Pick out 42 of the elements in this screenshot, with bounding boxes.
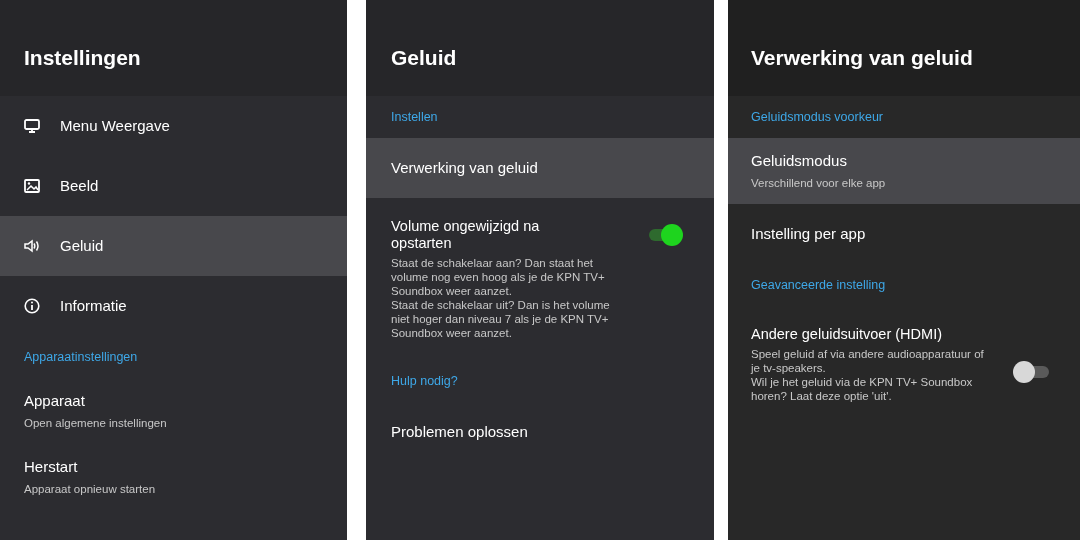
item-subtitle: Apparaat opnieuw starten — [24, 482, 156, 498]
setting-label: Volume ongewijzigd na opstarten — [391, 218, 541, 252]
menu-item[interactable]: Problemen oplossen — [366, 402, 714, 462]
item-label: Informatie — [60, 295, 127, 316]
panel-title: Verwerking van geluid — [751, 45, 973, 72]
item-label: Geluid — [60, 235, 104, 256]
menu-item[interactable]: Apparaat Open algemene instellingen — [0, 378, 347, 444]
info-icon — [24, 298, 40, 314]
menu-item[interactable]: Herstart Apparaat opnieuw starten — [0, 444, 347, 510]
menu-item[interactable]: Informatie — [0, 276, 347, 336]
item-label: Problemen oplossen — [391, 421, 528, 442]
menu-item[interactable]: Geluidsmodus Verschillend voor elke app — [728, 138, 1080, 204]
panel-title: Geluid — [391, 45, 457, 72]
item-label: Beeld — [60, 175, 99, 196]
panel-title: Instellingen — [24, 45, 141, 72]
item-label: Verwerking van geluid — [391, 157, 538, 178]
menu-item[interactable]: Instelling per app — [728, 204, 1080, 264]
item-label: Instelling per app — [751, 223, 866, 244]
menu-item[interactable]: Menu Weergave — [0, 96, 347, 156]
item-label: Menu Weergave — [60, 115, 170, 136]
image-icon — [24, 179, 40, 193]
item-label: Herstart — [24, 456, 79, 477]
menu-item[interactable]: Geluid — [0, 216, 347, 276]
section-header: Geavanceerde instelling — [750, 276, 887, 294]
item-subtitle: Open algemene instellingen — [24, 416, 167, 432]
section-header: Geluidsmodus voorkeur — [750, 108, 884, 126]
monitor-icon — [24, 119, 40, 133]
menu-item[interactable]: Beeld — [0, 156, 347, 216]
setting-description: Wil je het geluid via de KPN TV+ Soundbox horen? Laat deze optie 'uit'. — [751, 375, 974, 403]
item-label: Geluidsmodus — [751, 150, 848, 171]
toggle-switch[interactable] — [649, 224, 681, 246]
speaker-icon — [24, 239, 40, 253]
setting-label: Andere geluidsuitvoer (HDMI) — [751, 326, 943, 343]
setting-description: Staat de schakelaar uit? Dan is het volume niet hoger dan niveau 7 als je de KPN TV+ Soundbox weer aanzet. — [391, 298, 611, 340]
section-header: Instellen — [390, 108, 439, 126]
section-header: Apparaatinstellingen — [23, 348, 139, 366]
item-label: Apparaat — [24, 390, 86, 411]
section-header: Hulp nodig? — [390, 372, 459, 390]
setting-description: Speel geluid af via andere audioapparatuur of je tv-speakers. — [751, 347, 985, 375]
setting-description: Staat de schakelaar aan? Dan staat het volume nog even hoog als je de KPN TV+ Soundbox weer aanzet. — [391, 256, 606, 298]
item-subtitle: Verschillend voor elke app — [751, 176, 886, 192]
menu-item[interactable]: Verwerking van geluid — [366, 138, 714, 198]
